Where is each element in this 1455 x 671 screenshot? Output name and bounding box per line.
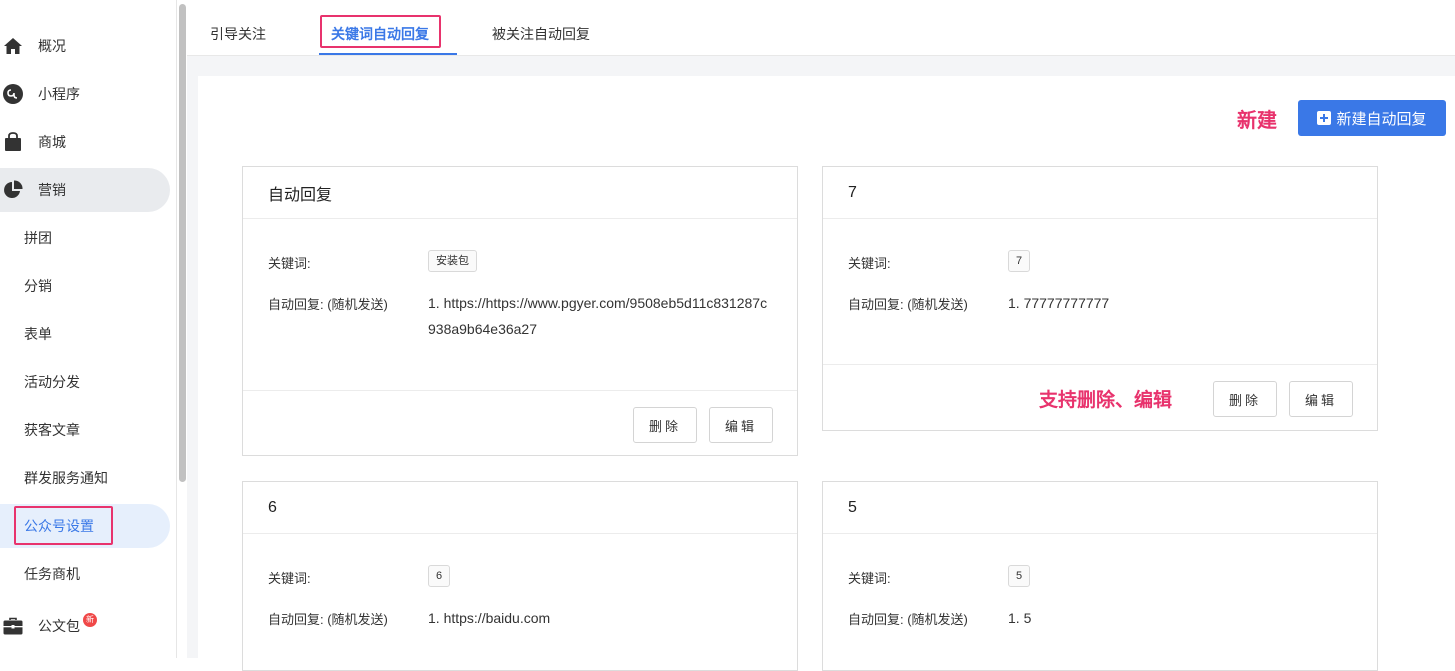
- sidebar-item-mass-notification[interactable]: 群发服务通知: [0, 456, 170, 500]
- highlight-box-sidebar: [14, 506, 113, 545]
- reply-content: 1. 77777777777: [1008, 295, 1110, 311]
- sidebar-item-label: 营销: [38, 182, 66, 198]
- keyword-label: 关键词:: [268, 571, 311, 586]
- sidebar-item-distribution[interactable]: 分销: [0, 264, 170, 308]
- reply-card: 自动回复 关键词: 安装包 自动回复: (随机发送) 1. https://ht…: [242, 166, 798, 456]
- sidebar-item-briefcase[interactable]: 公文包 新: [0, 604, 170, 648]
- auto-reply-label: 自动回复: (随机发送): [268, 612, 388, 627]
- keyword-tag: 5: [1008, 565, 1031, 587]
- tab-bar: 引导关注 关键词自动回复 被关注自动回复: [187, 0, 1455, 56]
- tab-active-underline: [319, 53, 457, 55]
- sidebar-item-task-opportunity[interactable]: 任务商机: [0, 552, 170, 596]
- new-badge: 新: [83, 613, 97, 627]
- keyword-label: 关键词:: [848, 256, 891, 271]
- new-auto-reply-label: 新建自动回复: [1336, 110, 1427, 128]
- tab-guide-follow[interactable]: 引导关注: [210, 24, 266, 44]
- main-area: 引导关注 关键词自动回复 被关注自动回复 新建 新建自动回复 自动回复 关键词:…: [187, 0, 1455, 671]
- reply-card: 6 关键词: 6 自动回复: (随机发送) 1. https://baidu.c…: [242, 481, 798, 671]
- sidebar-item-label: 概况: [38, 38, 66, 54]
- sidebar-item-label: 任务商机: [24, 566, 80, 582]
- new-auto-reply-button[interactable]: 新建自动回复: [1298, 100, 1446, 136]
- sidebar-item-label: 商城: [38, 134, 66, 150]
- mini-program-icon: [2, 83, 24, 105]
- auto-reply-label: 自动回复: (随机发送): [268, 297, 388, 312]
- home-icon: [2, 35, 24, 57]
- reply-content: 1. https://https://www.pgyer.com/9508eb5…: [428, 295, 768, 337]
- sidebar-item-group-buy[interactable]: 拼团: [0, 216, 170, 260]
- sidebar-item-label: 表单: [24, 326, 52, 342]
- highlight-box-tab: [320, 15, 441, 48]
- reply-content: 1. https://baidu.com: [428, 610, 551, 626]
- card-title: 自动回复: [243, 167, 797, 219]
- pie-chart-icon: [2, 179, 24, 201]
- sidebar-item-label: 群发服务通知: [24, 470, 108, 486]
- delete-button[interactable]: 删除: [633, 407, 697, 443]
- reply-card: 5 关键词: 5 自动回复: (随机发送) 1. 5: [822, 481, 1378, 671]
- sidebar-item-label: 公文包: [38, 618, 80, 634]
- tab-follow-auto-reply[interactable]: 被关注自动回复: [492, 24, 590, 44]
- keyword-label: 关键词:: [848, 571, 891, 586]
- card-footer: 删除 编辑: [243, 390, 797, 456]
- sidebar-item-mall[interactable]: 商城: [0, 120, 170, 164]
- sidebar-scrollbar[interactable]: [179, 4, 186, 482]
- keyword-tag: 6: [428, 565, 451, 587]
- sidebar-item-label: 分销: [24, 278, 52, 294]
- plus-icon: [1317, 111, 1332, 125]
- sidebar-item-label: 活动分发: [24, 374, 80, 390]
- sidebar-item-form[interactable]: 表单: [0, 312, 170, 356]
- card-title: 7: [823, 167, 1377, 219]
- auto-reply-label: 自动回复: (随机发送): [848, 297, 968, 312]
- keyword-tag: 安装包: [428, 250, 477, 272]
- annotation-new: 新建: [1237, 110, 1277, 132]
- sidebar-item-overview[interactable]: 概况: [0, 24, 170, 68]
- reply-content: 1. 5: [1008, 610, 1032, 626]
- keyword-label: 关键词:: [268, 256, 311, 271]
- sidebar-item-mini-program[interactable]: 小程序: [0, 72, 170, 116]
- card-title: 6: [243, 482, 797, 534]
- sidebar-item-marketing[interactable]: 营销: [0, 168, 170, 212]
- sidebar-item-label: 拼团: [24, 230, 52, 246]
- sidebar-item-lead-articles[interactable]: 获客文章: [0, 408, 170, 452]
- briefcase-icon: [2, 615, 24, 637]
- reply-card: 7 关键词: 7 自动回复: (随机发送) 1. 77777777777 支持删…: [822, 166, 1378, 431]
- keyword-tag: 7: [1008, 250, 1031, 272]
- delete-button[interactable]: 删除: [1213, 381, 1277, 417]
- auto-reply-label: 自动回复: (随机发送): [848, 612, 968, 627]
- shopping-bag-icon: [2, 131, 24, 153]
- sidebar: 概况 小程序 商城 营销 拼团 分销 表单 活动分发 获客文章 群发服务通知 公…: [0, 0, 177, 658]
- sidebar-item-activity-distribution[interactable]: 活动分发: [0, 360, 170, 404]
- edit-button[interactable]: 编辑: [1289, 381, 1353, 417]
- card-footer: 支持删除、编辑 删除 编辑: [823, 364, 1377, 431]
- sidebar-item-label: 小程序: [38, 86, 80, 102]
- card-title: 5: [823, 482, 1377, 534]
- sidebar-item-label: 获客文章: [24, 422, 80, 438]
- edit-button[interactable]: 编辑: [709, 407, 773, 443]
- annotation-edit-delete: 支持删除、编辑: [1039, 390, 1173, 411]
